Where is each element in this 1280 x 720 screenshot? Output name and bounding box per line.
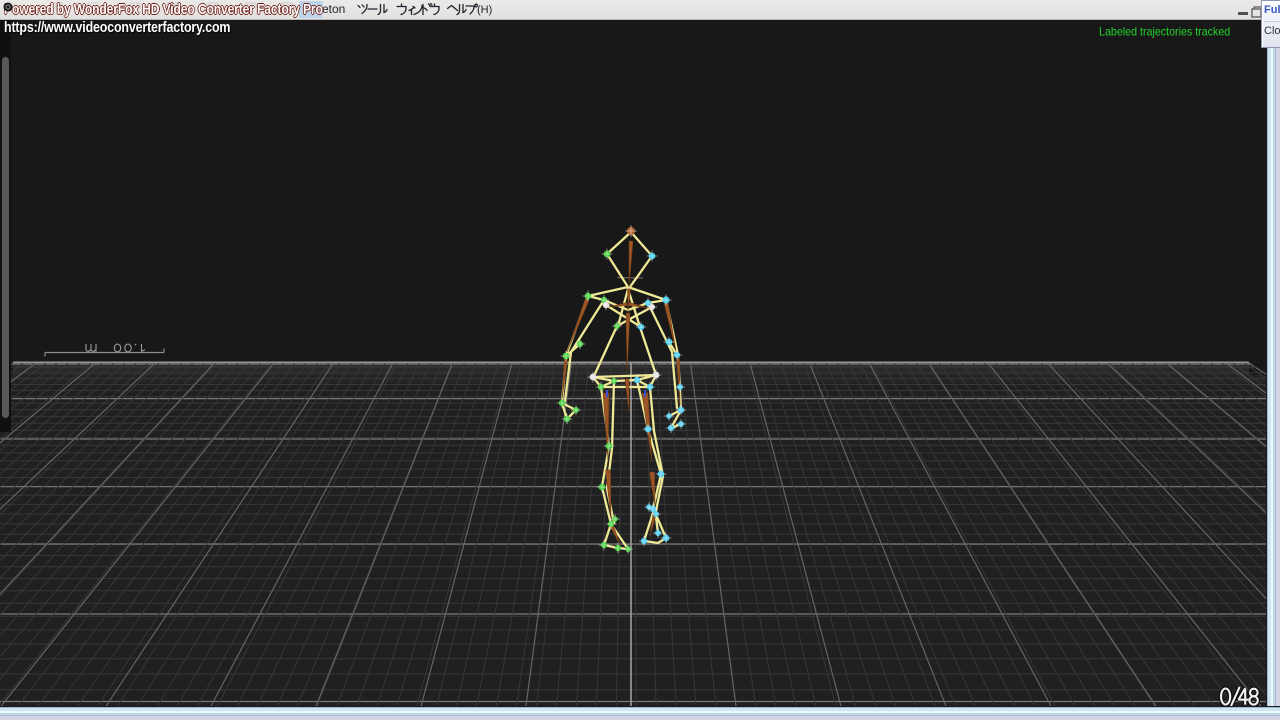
svg-text:Labeled trajectories tracked: Labeled trajectories tracked xyxy=(1099,26,1230,38)
svg-text:(H): (H) xyxy=(477,4,492,16)
svg-text:eton: eton xyxy=(322,2,345,16)
